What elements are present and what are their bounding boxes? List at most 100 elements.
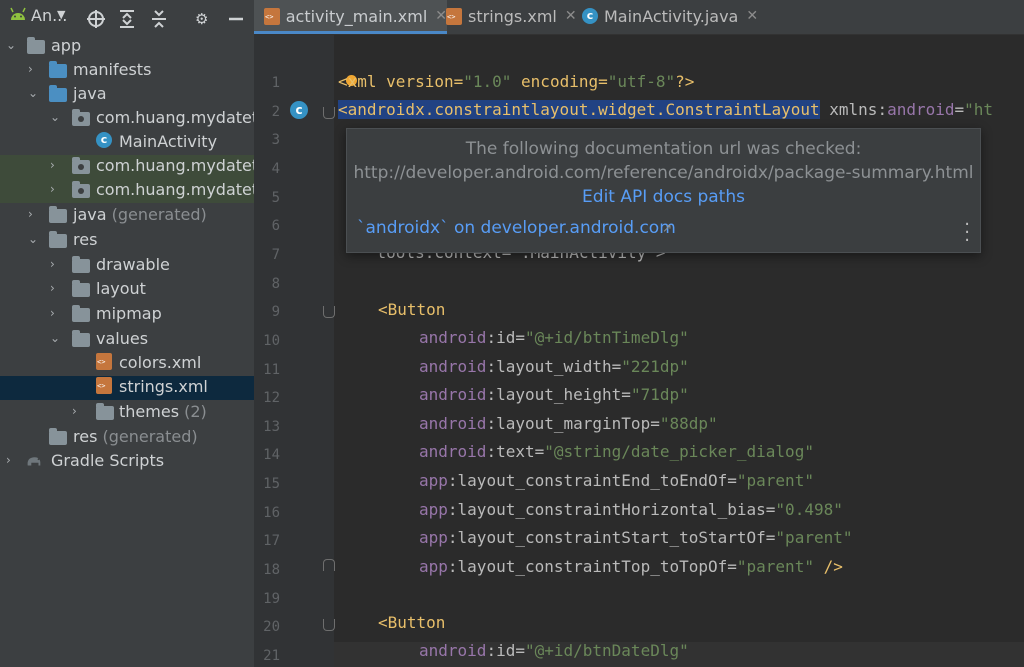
code-line: android:id="@+id/btnTimeDlg": [419, 328, 689, 347]
xml-file-icon: <>: [96, 353, 112, 370]
chevron-down-icon[interactable]: ▼: [57, 8, 65, 21]
fold-marker-icon[interactable]: [323, 306, 335, 318]
tree-item-mipmap[interactable]: › mipmap: [0, 303, 254, 327]
package-icon: [72, 109, 90, 126]
chevron-right-icon[interactable]: ›: [50, 182, 62, 196]
code-line: android:layout_width="221dp": [419, 356, 689, 376]
tree-item-manifests[interactable]: › manifests: [0, 59, 254, 83]
line-number: 1: [271, 75, 280, 91]
class-icon[interactable]: c: [290, 101, 308, 119]
chevron-right-icon[interactable]: ›: [50, 158, 62, 172]
chevron-right-icon[interactable]: ›: [28, 62, 40, 76]
class-icon: c: [96, 132, 112, 148]
hide-panel-icon[interactable]: [228, 7, 244, 31]
tab-activity-main-xml[interactable]: <> activity_main.xml ✕: [254, 0, 447, 34]
chevron-right-icon[interactable]: ›: [50, 306, 62, 320]
tree-item-themes[interactable]: › themes (2): [0, 401, 254, 425]
line-number: 3: [271, 132, 280, 149]
project-toolbar: An... ▼ ⚙: [0, 0, 254, 34]
package-icon: [72, 181, 90, 198]
chevron-right-icon[interactable]: ›: [50, 281, 62, 295]
line-number: 7: [271, 246, 280, 263]
tree-item-label: com.huang.mydatetin: [96, 108, 254, 127]
expand-all-icon[interactable]: [118, 7, 136, 31]
chevron-right-icon[interactable]: ›: [6, 453, 18, 467]
line-number: 5: [271, 189, 280, 206]
tree-item-label: values: [96, 329, 149, 348]
tree-item-suffix: (generated): [111, 205, 207, 224]
tree-item-label: manifests: [73, 60, 152, 79]
external-docs-link[interactable]: `androidx` on developer.android.com: [357, 218, 676, 238]
android-icon: [10, 7, 26, 20]
tree-item-package-test[interactable]: › com.huang.mydatetin: [0, 179, 254, 203]
code-line: <Button: [378, 613, 446, 632]
line-number: 12: [263, 390, 280, 407]
close-icon[interactable]: ✕: [746, 8, 758, 24]
close-icon[interactable]: ✕: [565, 8, 577, 24]
xml-file-icon: <>: [264, 7, 280, 25]
line-number: 21: [263, 648, 280, 664]
tree-item-layout[interactable]: › layout: [0, 278, 254, 302]
code-line: android:layout_marginTop="88dp": [419, 413, 718, 433]
tree-item-package-androidtest[interactable]: › com.huang.mydatetin: [0, 155, 254, 179]
chevron-right-icon[interactable]: ›: [72, 404, 84, 418]
tree-item-label: com.huang.mydatetin: [96, 180, 254, 199]
chevron-down-icon[interactable]: ⌄: [6, 38, 18, 52]
line-number: 19: [263, 590, 280, 607]
fold-marker-icon[interactable]: [323, 559, 335, 571]
tree-item-colors-xml[interactable]: <> colors.xml: [0, 352, 254, 376]
tree-item-app[interactable]: ⌄ app: [0, 35, 254, 59]
chevron-down-icon[interactable]: ⌄: [28, 86, 40, 100]
generated-folder-icon: [49, 206, 67, 223]
tree-item-strings-xml[interactable]: <> strings.xml: [0, 376, 254, 400]
tree-item-drawable[interactable]: › drawable: [0, 254, 254, 278]
tree-item-res-generated[interactable]: res (generated): [0, 426, 254, 450]
chevron-down-icon[interactable]: ⌄: [50, 331, 62, 345]
tree-item-java-generated[interactable]: › java (generated): [0, 204, 254, 228]
code-line: app:layout_constraintTop_toTopOf="parent…: [419, 556, 843, 576]
package-icon: [72, 157, 90, 174]
tree-item-res[interactable]: ⌄ res: [0, 229, 254, 253]
tree-item-label: themes (2): [119, 402, 207, 421]
edit-api-docs-link[interactable]: Edit API docs paths: [347, 187, 980, 207]
folder-icon: [49, 85, 67, 102]
fold-marker-icon[interactable]: [323, 107, 335, 119]
code-line: app:layout_constraintEnd_toEndOf="parent…: [419, 471, 814, 490]
collapse-all-icon[interactable]: [150, 7, 168, 31]
tree-item-package-main[interactable]: ⌄ com.huang.mydatetin: [0, 107, 254, 131]
line-number: 13: [263, 418, 280, 435]
external-link-icon: ↗: [662, 221, 673, 235]
project-panel: An... ▼ ⚙ ⌄ app › manifests ⌄ java ⌄ com…: [0, 0, 254, 667]
line-number: 17: [263, 533, 280, 550]
gear-icon[interactable]: ⚙: [195, 7, 208, 31]
line-number: 18: [263, 562, 280, 579]
popup-message: The following documentation url was chec…: [465, 139, 862, 159]
tree-item-values[interactable]: ⌄ values: [0, 328, 254, 352]
chevron-down-icon[interactable]: ⌄: [28, 232, 40, 246]
code-line: android:text="@string/date_picker_dialog…: [419, 442, 814, 462]
locate-target-icon[interactable]: [86, 7, 106, 31]
tree-item-label: app: [51, 36, 82, 55]
chevron-down-icon[interactable]: ⌄: [50, 110, 62, 124]
line-number: 11: [263, 361, 280, 378]
code-line: <androidx.constraintlayout.widget.Constr…: [338, 100, 994, 119]
code-line: <xml version="1.0" encoding="utf-8"?>: [338, 72, 695, 91]
tab-mainactivity-java[interactable]: c MainActivity.java ✕: [582, 0, 758, 32]
fold-marker-icon[interactable]: [323, 619, 335, 631]
code-line: android:id="@+id/btnDateDlg": [419, 641, 689, 660]
module-folder-icon: [27, 37, 45, 54]
tree-item-mainactivity[interactable]: c MainActivity: [0, 131, 254, 155]
line-number: 4: [271, 160, 280, 177]
folder-icon: [72, 330, 90, 347]
tree-item-suffix: (2): [184, 402, 207, 421]
folder-icon: [72, 280, 90, 297]
more-vertical-icon[interactable]: · · ·: [964, 216, 970, 250]
tree-item-java[interactable]: ⌄ java: [0, 83, 254, 107]
chevron-right-icon[interactable]: ›: [28, 207, 40, 221]
tab-label: activity_main.xml: [285, 6, 428, 26]
line-number: 15: [263, 476, 280, 493]
tree-item-gradle-scripts[interactable]: › Gradle Scripts: [0, 450, 254, 474]
tree-item-label: com.huang.mydatetin: [96, 156, 254, 175]
chevron-right-icon[interactable]: ›: [50, 257, 62, 271]
tab-strings-xml[interactable]: <> strings.xml ✕: [446, 0, 577, 32]
